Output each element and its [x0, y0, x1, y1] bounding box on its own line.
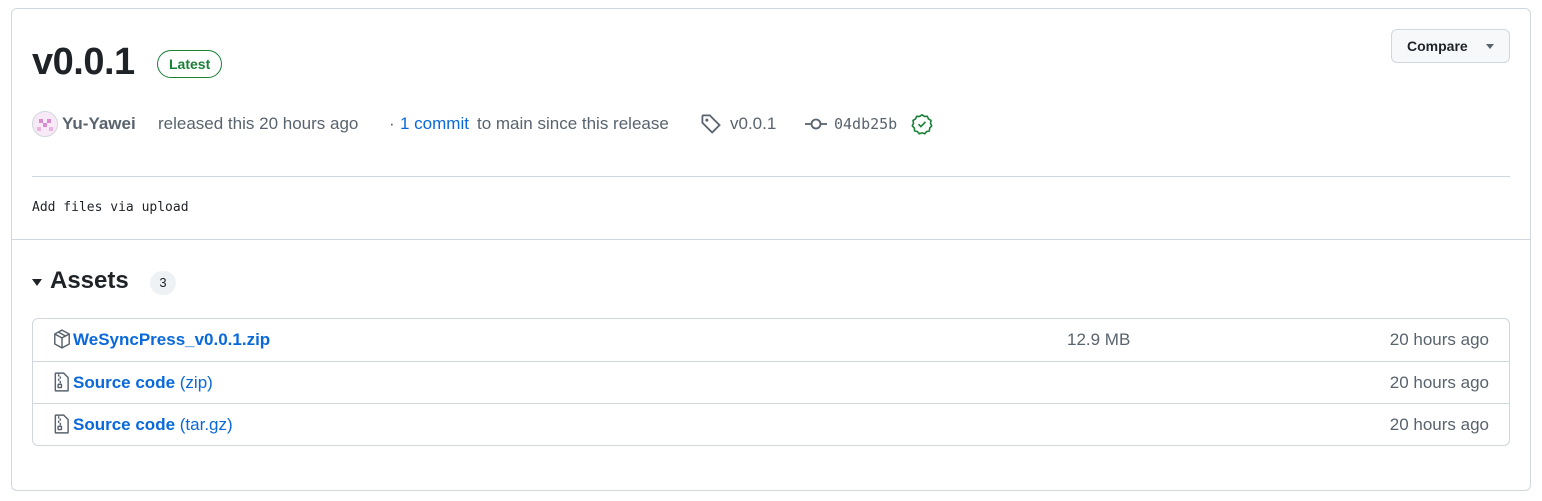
compare-label: Compare: [1407, 38, 1468, 54]
author-link[interactable]: Yu-Yawei: [62, 109, 136, 139]
file-zip-icon: [53, 414, 71, 439]
asset-name: Source code: [73, 415, 176, 434]
file-zip-icon: [53, 372, 71, 397]
git-commit-icon: [805, 114, 827, 144]
released-text: released this 20 hours ago: [158, 114, 359, 133]
verified-check-icon[interactable]: [911, 113, 933, 145]
commit-sha-link[interactable]: 04db25b: [834, 109, 897, 139]
commits-link[interactable]: 1 commit: [400, 109, 469, 139]
tag-icon: [700, 113, 722, 145]
compare-button[interactable]: Compare: [1391, 29, 1510, 63]
release-meta: Yu-Yawei released this 20 hours ago · 1 …: [32, 109, 1432, 139]
triangle-down-icon: [32, 279, 42, 286]
release-title[interactable]: v0.0.1: [32, 39, 135, 85]
asset-name: WeSyncPress_v0.0.1.zip: [73, 330, 271, 349]
asset-row: Source code (tar.gz) 20 hours ago: [33, 403, 1509, 445]
tag-link[interactable]: v0.0.1: [730, 109, 776, 139]
asset-time: 20 hours ago: [1389, 330, 1489, 349]
commits-since-text: to main since this release: [477, 114, 669, 133]
assets-count-badge: 3: [150, 271, 176, 295]
asset-download-link[interactable]: Source code (tar.gz): [73, 404, 233, 446]
asset-row: Source code (zip) 20 hours ago: [33, 361, 1509, 403]
package-icon: [53, 329, 71, 354]
release-card: v0.0.1 Latest Compare Yu-Yawei released …: [11, 8, 1531, 491]
asset-suffix: (tar.gz): [175, 415, 233, 434]
asset-time: 20 hours ago: [1389, 373, 1489, 392]
divider: [12, 239, 1530, 240]
chevron-down-icon: [1486, 44, 1494, 49]
assets-list: WeSyncPress_v0.0.1.zip 12.9 MB 20 hours …: [32, 318, 1510, 446]
asset-name: Source code: [73, 373, 176, 392]
assets-title: Assets: [50, 267, 129, 294]
release-notes: Add files via upload: [32, 200, 189, 215]
latest-badge: Latest: [157, 50, 223, 78]
separator-dot: ·: [389, 114, 395, 133]
asset-row: WeSyncPress_v0.0.1.zip 12.9 MB 20 hours …: [33, 319, 1509, 361]
identicon-icon: [33, 112, 57, 136]
asset-suffix: (zip): [175, 373, 213, 392]
divider: [32, 176, 1510, 177]
asset-time: 20 hours ago: [1389, 415, 1489, 434]
asset-download-link[interactable]: Source code (zip): [73, 362, 213, 404]
avatar[interactable]: [32, 111, 58, 137]
asset-download-link[interactable]: WeSyncPress_v0.0.1.zip: [73, 319, 270, 361]
asset-size: 12.9 MB: [1067, 330, 1131, 349]
